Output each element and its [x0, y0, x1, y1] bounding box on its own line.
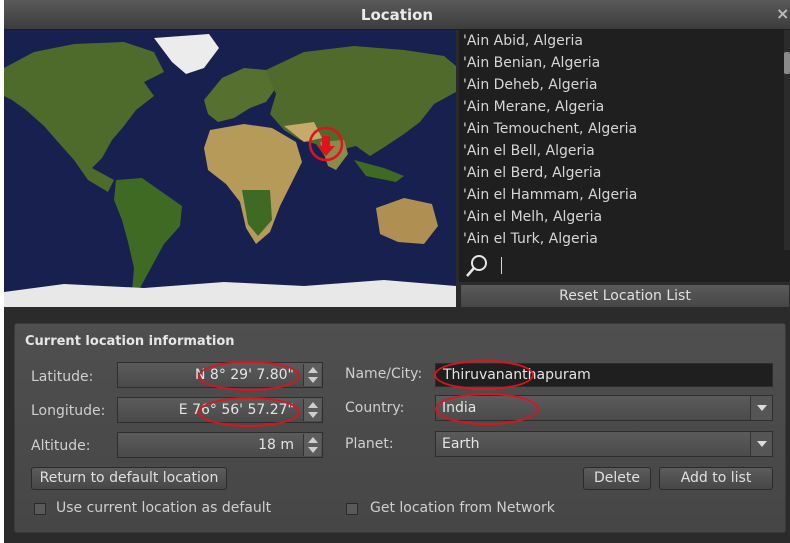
latitude-label: Latitude:	[31, 369, 94, 385]
location-window: Location × 'Ain Abid, Algeria 'Ain Benia…	[4, 0, 790, 543]
longitude-value: E 76° 56' 57.27"	[178, 402, 294, 418]
country-value: India	[442, 400, 477, 416]
planet-label: Planet:	[345, 436, 394, 452]
scrollbar-thumb[interactable]	[784, 52, 790, 74]
city-list-scrollbar[interactable]	[784, 30, 790, 282]
list-item[interactable]: 'Ain el Berd, Algeria	[463, 165, 601, 181]
panel-heading: Current location information	[25, 334, 235, 349]
return-default-location-button[interactable]: Return to default location	[31, 467, 227, 490]
add-to-list-button[interactable]: Add to list	[659, 467, 773, 490]
search-icon	[466, 255, 487, 277]
city-search[interactable]	[459, 250, 790, 282]
longitude-label: Longitude:	[31, 403, 106, 419]
window-title: Location	[360, 6, 434, 24]
dropdown-arrow-icon[interactable]	[750, 396, 772, 420]
spin-up-icon[interactable]	[308, 402, 318, 408]
spin-down-icon[interactable]	[308, 412, 318, 418]
use-default-checkbox[interactable]	[34, 503, 46, 515]
world-map-graphic	[4, 30, 456, 307]
world-map[interactable]	[4, 30, 456, 307]
network-label: Get location from Network	[370, 500, 555, 516]
list-item[interactable]: 'Ain Merane, Algeria	[463, 99, 604, 115]
longitude-spinbox[interactable]: E 76° 56' 57.27"	[117, 397, 323, 423]
network-checkbox[interactable]	[346, 503, 358, 515]
list-item[interactable]: 'Ain el Bell, Algeria	[463, 143, 595, 159]
altitude-spinbox[interactable]: 18 m	[117, 432, 323, 458]
use-default-label: Use current location as default	[56, 500, 272, 516]
dropdown-arrow-icon[interactable]	[750, 432, 772, 456]
list-item[interactable]: 'Ain Abid, Algeria	[463, 33, 583, 49]
latitude-value: N 8° 29' 7.80"	[194, 367, 294, 383]
name-city-input[interactable]: Thiruvananthapuram	[435, 363, 773, 387]
list-item[interactable]: 'Ain el Hammam, Algeria	[463, 187, 637, 203]
list-item[interactable]: 'Ain Benian, Algeria	[463, 55, 600, 71]
spin-up-icon[interactable]	[308, 437, 318, 443]
list-item[interactable]: 'Ain Temouchent, Algeria	[463, 121, 637, 137]
latitude-spinbox[interactable]: N 8° 29' 7.80"	[117, 362, 323, 388]
altitude-label: Altitude:	[31, 438, 91, 454]
altitude-value: 18 m	[258, 437, 294, 453]
search-input[interactable]	[501, 257, 502, 274]
close-icon[interactable]: ×	[776, 4, 790, 23]
list-item[interactable]: 'Ain Deheb, Algeria	[463, 77, 598, 93]
title-bar: Location ×	[4, 0, 790, 30]
delete-button[interactable]: Delete	[583, 467, 651, 490]
name-city-label: Name/City:	[345, 366, 423, 382]
spin-down-icon[interactable]	[308, 447, 318, 453]
city-list[interactable]: 'Ain Abid, Algeria 'Ain Benian, Algeria …	[459, 30, 790, 282]
country-label: Country:	[345, 400, 405, 416]
spin-up-icon[interactable]	[308, 367, 318, 373]
reset-location-list-button[interactable]: Reset Location List	[460, 284, 790, 308]
country-select[interactable]: India	[435, 395, 773, 421]
spin-down-icon[interactable]	[308, 377, 318, 383]
planet-value: Earth	[442, 436, 480, 452]
planet-select[interactable]: Earth	[435, 431, 773, 457]
list-item[interactable]: 'Ain el Melh, Algeria	[463, 209, 602, 225]
list-item[interactable]: 'Ain el Turk, Algeria	[463, 231, 598, 247]
